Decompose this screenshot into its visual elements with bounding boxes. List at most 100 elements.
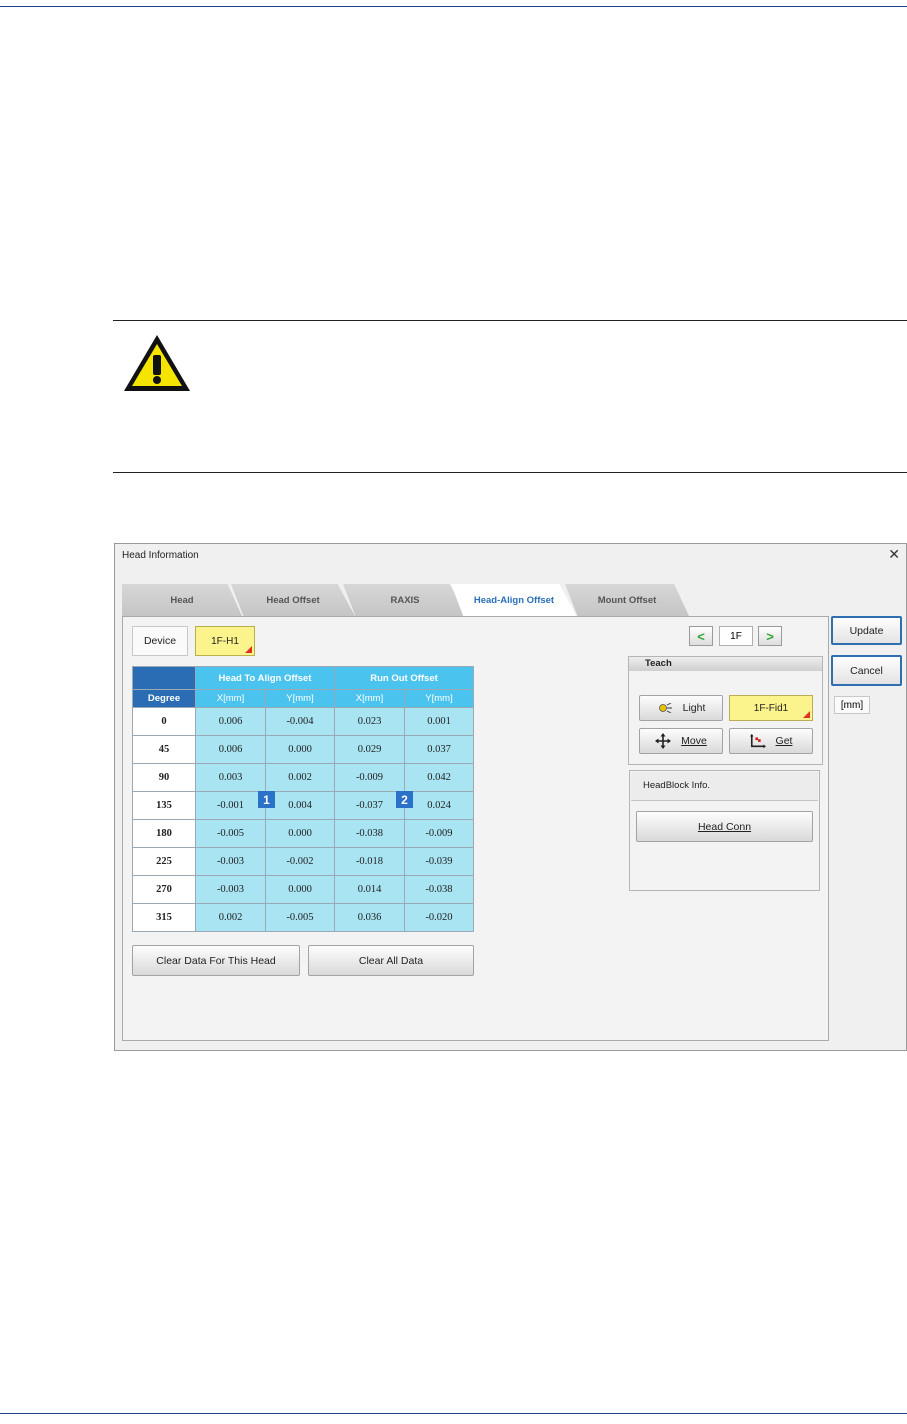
teach-title: Teach	[629, 657, 822, 671]
tab-head-offset[interactable]: Head Offset	[231, 584, 355, 616]
runout-x-cell[interactable]: -0.018	[334, 847, 405, 876]
get-button[interactable]: Get	[729, 728, 813, 754]
align-x-cell[interactable]: 0.002	[195, 903, 266, 932]
align-x-header: X[mm]	[195, 689, 266, 708]
degree-header: Degree	[132, 689, 196, 708]
degree-cell: 90	[132, 763, 196, 792]
unit-label: [mm]	[834, 696, 870, 714]
tab-label: Mount Offset	[597, 594, 657, 606]
callout-badge-1: 1	[258, 791, 275, 808]
floor-field: 1F	[719, 626, 753, 646]
callout-badge-2: 2	[396, 791, 413, 808]
runout-y-header: Y[mm]	[404, 689, 474, 708]
align-y-cell[interactable]: 0.000	[265, 875, 335, 904]
dropdown-corner-icon	[803, 711, 810, 718]
runout-y-cell[interactable]: 0.001	[404, 707, 474, 736]
runout-x-cell[interactable]: -0.037	[334, 791, 405, 820]
runout-x-cell[interactable]: 0.023	[334, 707, 405, 736]
degree-cell: 315	[132, 903, 196, 932]
runout-y-cell[interactable]: 0.024	[404, 791, 474, 820]
degree-cell: 45	[132, 735, 196, 764]
light-icon	[657, 701, 673, 715]
cancel-button[interactable]: Cancel	[831, 655, 902, 686]
device-selector[interactable]: 1F-H1	[195, 626, 255, 656]
head-conn-button[interactable]: Head Conn	[636, 811, 813, 842]
tab-head[interactable]: Head	[122, 584, 242, 616]
tab-head-align-offset[interactable]: Head-Align Offset	[451, 584, 577, 617]
table-row: 90 0.003 0.002 -0.009 0.042	[132, 763, 474, 792]
table-row: 225 -0.003 -0.002 -0.018 -0.039	[132, 847, 474, 876]
page-top-rule	[0, 6, 907, 7]
degree-cell: 0	[132, 707, 196, 736]
runout-y-cell[interactable]: -0.009	[404, 819, 474, 848]
table-row: 270 -0.003 0.000 0.014 -0.038	[132, 875, 474, 904]
align-y-cell[interactable]: 0.002	[265, 763, 335, 792]
align-x-cell[interactable]: 0.006	[195, 735, 266, 764]
align-x-cell[interactable]: -0.001	[195, 791, 266, 820]
align-x-cell[interactable]: 0.003	[195, 763, 266, 792]
align-y-cell[interactable]: -0.005	[265, 903, 335, 932]
table-row: 135 -0.001 0.004 -0.037 0.024	[132, 791, 474, 820]
table-column-header-row: Degree X[mm] Y[mm] X[mm] Y[mm]	[132, 689, 474, 708]
tab-label: Head Offset	[266, 594, 320, 606]
device-label: Device	[132, 626, 188, 656]
close-icon[interactable]: ✕	[888, 547, 900, 561]
headblock-info-title: HeadBlock Info.	[631, 772, 818, 801]
head-information-dialog: Head Information ✕ Head Head Offset RAXI…	[114, 543, 907, 1051]
table-group-header-row: Head To Align Offset Run Out Offset	[132, 666, 474, 690]
align-x-cell[interactable]: -0.003	[195, 875, 266, 904]
runout-x-cell[interactable]: -0.009	[334, 763, 405, 792]
table-row: 315 0.002 -0.005 0.036 -0.020	[132, 903, 474, 932]
runout-x-cell[interactable]: 0.014	[334, 875, 405, 904]
clear-all-data-button[interactable]: Clear All Data	[308, 945, 474, 976]
move-button[interactable]: Move	[639, 728, 723, 754]
prev-floor-button[interactable]: <	[689, 626, 713, 646]
degree-cell: 225	[132, 847, 196, 876]
runout-y-cell[interactable]: 0.042	[404, 763, 474, 792]
runout-y-cell[interactable]: -0.039	[404, 847, 474, 876]
runout-x-header: X[mm]	[334, 689, 405, 708]
move-label: Move	[681, 735, 707, 747]
degree-cell: 270	[132, 875, 196, 904]
head-to-align-offset-header: Head To Align Offset	[195, 666, 335, 690]
chevron-right-icon: >	[766, 628, 774, 644]
caution-box	[113, 320, 907, 473]
update-button[interactable]: Update	[831, 616, 902, 645]
align-y-cell[interactable]: 0.000	[265, 735, 335, 764]
fiducial-value: 1F-Fid1	[753, 702, 789, 714]
table-row: 45 0.006 0.000 0.029 0.037	[132, 735, 474, 764]
fiducial-selector[interactable]: 1F-Fid1	[729, 695, 813, 721]
tab-mount-offset[interactable]: Mount Offset	[565, 584, 689, 616]
warning-icon	[124, 335, 190, 391]
align-y-header: Y[mm]	[265, 689, 335, 708]
table-corner	[132, 666, 196, 690]
offset-table: Head To Align Offset Run Out Offset Degr…	[132, 666, 474, 932]
tab-label: RAXIS	[390, 594, 420, 606]
clear-data-for-head-button[interactable]: Clear Data For This Head	[132, 945, 300, 976]
light-button[interactable]: Light	[639, 695, 723, 721]
degree-cell: 135	[132, 791, 196, 820]
next-floor-button[interactable]: >	[758, 626, 782, 646]
runout-x-cell[interactable]: 0.036	[334, 903, 405, 932]
runout-x-cell[interactable]: -0.038	[334, 819, 405, 848]
run-out-offset-header: Run Out Offset	[334, 666, 474, 690]
tab-label: Head	[170, 594, 194, 606]
align-y-cell[interactable]: -0.004	[265, 707, 335, 736]
head-conn-label: Head Conn	[697, 820, 752, 833]
align-x-cell[interactable]: -0.005	[195, 819, 266, 848]
get-label: Get	[775, 735, 793, 747]
tab-raxis[interactable]: RAXIS	[343, 584, 467, 616]
align-y-cell[interactable]: 0.004	[265, 791, 335, 820]
runout-y-cell[interactable]: -0.020	[404, 903, 474, 932]
align-x-cell[interactable]: 0.006	[195, 707, 266, 736]
table-row: 0 0.006 -0.004 0.023 0.001	[132, 707, 474, 736]
runout-x-cell[interactable]: 0.029	[334, 735, 405, 764]
dialog-title: Head Information	[122, 550, 199, 561]
move-arrows-icon	[655, 733, 672, 749]
align-y-cell[interactable]: 0.000	[265, 819, 335, 848]
align-y-cell[interactable]: -0.002	[265, 847, 335, 876]
runout-y-cell[interactable]: 0.037	[404, 735, 474, 764]
runout-y-cell[interactable]: -0.038	[404, 875, 474, 904]
align-x-cell[interactable]: -0.003	[195, 847, 266, 876]
degree-cell: 180	[132, 819, 196, 848]
